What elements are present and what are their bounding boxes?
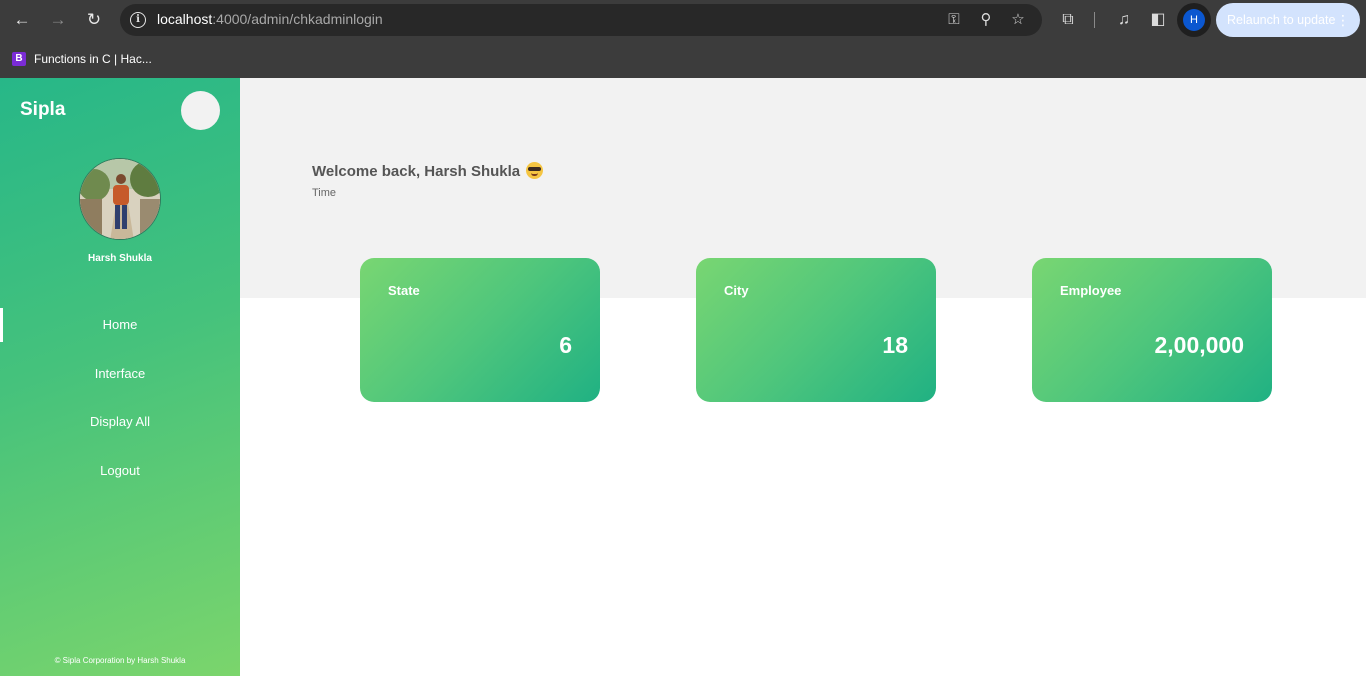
toolbar-divider (1094, 12, 1095, 28)
brand-title: Sipla (20, 99, 66, 120)
sidebar-item-label: Home (102, 317, 138, 332)
relaunch-button[interactable]: Relaunch to update ⋮ (1216, 3, 1360, 37)
forward-arrow-icon[interactable]: → (46, 8, 70, 32)
user-name: Harsh Shukla (88, 253, 152, 264)
sidebar-item-logout[interactable]: Logout (0, 454, 240, 503)
sidebar: Sipla Harsh Shukla Home Interface Displa… (0, 78, 240, 676)
card-value: 6 (559, 332, 572, 358)
sidebar-toggle-button[interactable] (181, 91, 220, 130)
sunglasses-emoji-icon (526, 162, 544, 179)
card-value: 2,00,000 (1154, 332, 1244, 358)
bookmark-star-icon[interactable]: ☆ (1006, 8, 1030, 32)
site-info-icon[interactable]: i (130, 12, 146, 28)
stat-card-state[interactable]: State 6 (360, 258, 600, 402)
card-title: Employee (1060, 283, 1122, 298)
reload-icon[interactable]: ↻ (82, 8, 106, 32)
zoom-icon[interactable]: ⚲ (974, 8, 998, 32)
time-label: Time (312, 187, 337, 199)
welcome-text: Welcome back, Harsh Shukla (312, 163, 521, 180)
active-indicator (0, 308, 3, 342)
card-title: City (724, 283, 749, 298)
side-panel-icon[interactable]: ◧ (1146, 8, 1170, 32)
welcome-heading: Welcome back, Harsh Shukla (312, 162, 544, 180)
sidebar-item-label: Logout (100, 462, 140, 478)
card-title: State (388, 283, 420, 298)
sidebar-item-interface[interactable]: Interface (0, 357, 240, 406)
bookmark-favicon: B (12, 52, 26, 66)
profile-button[interactable]: H (1177, 3, 1211, 37)
sidebar-footer: © Sipla Corporation by Harsh Shukla (54, 656, 186, 665)
extensions-icon[interactable]: ⧉ (1056, 8, 1080, 32)
browser-toolbar: ← → ↻ i localhost:4000/admin/chkadminlog… (0, 0, 1366, 40)
bookmarks-bar: B Functions in C | Hac... (0, 40, 1366, 78)
sidebar-item-home[interactable]: Home (0, 308, 240, 357)
url-text[interactable]: localhost:4000/admin/chkadminlogin (157, 11, 383, 27)
bookmark-item[interactable]: B Functions in C | Hac... (12, 49, 152, 69)
address-bar[interactable]: i localhost:4000/admin/chkadminlogin ⚿ ⚲… (120, 4, 1042, 36)
card-value: 18 (882, 332, 908, 358)
main-content: Welcome back, Harsh Shukla Time State 6 … (240, 78, 1366, 676)
bookmark-label: Functions in C | Hac... (34, 52, 152, 66)
key-icon[interactable]: ⚿ (942, 8, 966, 32)
sidebar-item-display-all[interactable]: Display All (0, 405, 240, 454)
sidebar-nav: Home Interface Display All Logout (0, 308, 240, 502)
stat-card-employee[interactable]: Employee 2,00,000 (1032, 258, 1272, 402)
sidebar-item-label: Interface (94, 365, 146, 381)
kebab-menu-icon[interactable]: ⋮ (1336, 3, 1350, 37)
relaunch-label: Relaunch to update (1227, 13, 1336, 27)
media-icon[interactable]: ♫ (1112, 8, 1136, 32)
avatar (79, 158, 161, 240)
sidebar-item-label: Display All (90, 414, 150, 429)
profile-avatar: H (1183, 9, 1205, 31)
back-arrow-icon[interactable]: ← (10, 8, 34, 32)
stat-card-city[interactable]: City 18 (696, 258, 936, 402)
avatar-photo (80, 159, 160, 239)
